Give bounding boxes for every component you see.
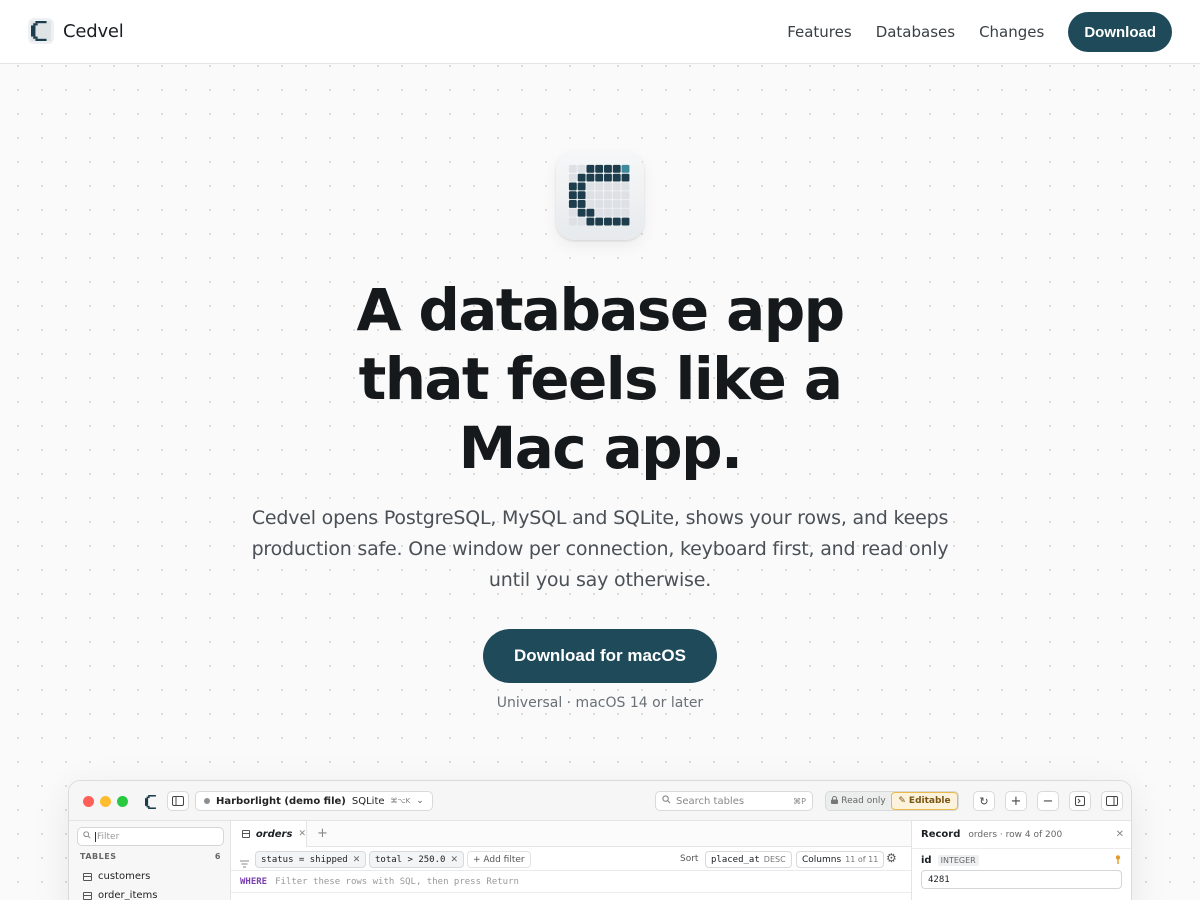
app-icon-grid [568, 164, 630, 226]
columns-value: 11 of 11 [845, 855, 879, 864]
record-meta: orders · row 4 of 200 [968, 829, 1063, 840]
search-shortcut: ⌘P [793, 796, 806, 806]
where-clause-input[interactable]: WHERE Filter these rows with SQL, then p… [231, 871, 911, 893]
read-only-label: Read only [841, 796, 886, 806]
read-only-option[interactable]: Read only [826, 792, 891, 810]
sidebar-item-customers[interactable]: customers [69, 867, 231, 886]
filter-chip[interactable]: total > 250.0 ✕ [369, 851, 464, 868]
minimize-window-button[interactable] [100, 796, 111, 807]
where-keyword: WHERE [240, 876, 268, 887]
tab-bar: orders ✕ + [231, 821, 911, 847]
sidebar-item-order-items[interactable]: order_items [69, 886, 231, 900]
primary-key-icon [1115, 855, 1121, 867]
add-row-icon[interactable]: + [1005, 791, 1027, 811]
field-name: id [921, 855, 932, 866]
connection-name: Harborlight (demo file) [216, 795, 346, 807]
nav-link-features[interactable]: Features [787, 23, 852, 41]
table-sidebar: Filter TABLES 6 customers order_items [69, 821, 231, 900]
hero-title-line: A database app [356, 276, 845, 344]
connection-engine: SQLite [351, 795, 385, 807]
tables-section-header: TABLES 6 [80, 852, 221, 861]
tables-count: 6 [214, 852, 221, 861]
hero-subtitle: Cedvel opens PostgreSQL, MySQL and SQLit… [251, 507, 949, 591]
record-inspector: Record orders · row 4 of 200 ✕ id INTEGE… [911, 821, 1131, 900]
table-icon [83, 891, 92, 900]
field-type-badge: INTEGER [937, 855, 979, 866]
table-icon [242, 830, 250, 838]
search-icon [662, 795, 671, 807]
filter-icon [240, 853, 249, 872]
where-placeholder: Filter these rows with SQL, then press R… [275, 876, 519, 887]
sidebar-item-label: customers [98, 871, 151, 882]
inspector-toggle-icon[interactable] [1101, 791, 1123, 811]
sort-direction: DESC [763, 855, 786, 864]
zoom-window-button[interactable] [117, 796, 128, 807]
access-mode-toggle[interactable]: Read only ✎ Editable [825, 791, 959, 811]
search-icon [83, 831, 91, 842]
hero-title: A database app that feels like a Mac app… [300, 276, 900, 483]
pencil-icon: ✎ [898, 796, 906, 806]
tab-label: orders [255, 828, 293, 840]
chevron-down-icon: ⌄ [416, 796, 424, 806]
editable-label: Editable [908, 796, 951, 806]
download-macos-button[interactable]: Download for macOS [483, 629, 717, 683]
new-tab-icon[interactable]: + [317, 826, 328, 841]
table-icon [83, 872, 92, 881]
record-header: Record orders · row 4 of 200 ✕ [912, 821, 1131, 849]
search-placeholder: Search tables [676, 795, 745, 807]
brand-name: Cedvel [63, 20, 124, 42]
record-title: Record [921, 829, 961, 840]
remove-filter-icon[interactable]: ✕ [450, 855, 458, 865]
add-filter-button[interactable]: + Add filter [467, 851, 531, 868]
lock-icon [831, 795, 839, 807]
top-nav: Cedvel Features Databases Changes Downlo… [0, 0, 1200, 64]
close-tab-icon[interactable]: ✕ [298, 829, 306, 839]
field-value-input[interactable]: 4281 [921, 870, 1122, 889]
cedvel-small-logo-icon [145, 794, 159, 813]
columns-label: Columns [802, 854, 842, 865]
app-icon [556, 152, 644, 240]
remove-row-icon[interactable]: − [1037, 791, 1059, 811]
tab-orders[interactable]: orders ✕ [231, 821, 307, 847]
editable-option[interactable]: ✎ Editable [891, 792, 958, 810]
sidebar-item-label: order_items [98, 890, 158, 900]
connection-picker[interactable]: Harborlight (demo file) SQLite ⌘⌥K ⌄ [195, 791, 433, 811]
cedvel-logo-icon [28, 18, 54, 44]
sort-picker[interactable]: placed_at DESC [705, 851, 792, 868]
close-inspector-icon[interactable]: ✕ [1116, 829, 1124, 840]
filter-chip-text: status = shipped [261, 854, 348, 865]
download-meta: Universal · macOS 14 or later [496, 695, 704, 711]
sort-label: Sort [680, 854, 699, 864]
sort-column: placed_at [711, 854, 760, 865]
nav-download-button[interactable]: Download [1068, 12, 1172, 52]
filter-bar: status = shipped ✕ total > 250.0 ✕ + Add… [231, 847, 911, 871]
sidebar-toggle-icon[interactable] [167, 791, 189, 811]
refresh-icon[interactable]: ↻ [973, 791, 995, 811]
search-tables-input[interactable]: Search tables ⌘P [655, 791, 813, 811]
close-window-button[interactable] [83, 796, 94, 807]
connection-shortcut: ⌘⌥K [390, 797, 411, 805]
app-window-preview: Harborlight (demo file) SQLite ⌘⌥K ⌄ Sea… [68, 780, 1132, 900]
sidebar-filter-placeholder: Filter [95, 831, 120, 842]
brand-link[interactable]: Cedvel [28, 18, 124, 44]
nav-links: Features Databases Changes Download [787, 12, 1172, 52]
sidebar-filter-input[interactable]: Filter [77, 827, 224, 846]
remove-filter-icon[interactable]: ✕ [353, 855, 361, 865]
window-toolbar: Harborlight (demo file) SQLite ⌘⌥K ⌄ Sea… [69, 781, 1131, 821]
settings-gear-icon[interactable]: ⚙ [886, 851, 897, 865]
connection-status-dot [204, 798, 210, 804]
console-icon[interactable] [1069, 791, 1091, 811]
columns-picker[interactable]: Columns 11 of 11 [796, 851, 885, 868]
hero-title-line: that feels like a [358, 345, 843, 413]
nav-link-databases[interactable]: Databases [876, 23, 955, 41]
tables-section-label: TABLES [80, 852, 117, 861]
nav-link-changes[interactable]: Changes [979, 23, 1044, 41]
filter-chip-text: total > 250.0 [375, 854, 446, 865]
field-label: id INTEGER [921, 855, 979, 866]
filter-chip[interactable]: status = shipped ✕ [255, 851, 367, 868]
hero-title-line: Mac app. [458, 414, 743, 482]
